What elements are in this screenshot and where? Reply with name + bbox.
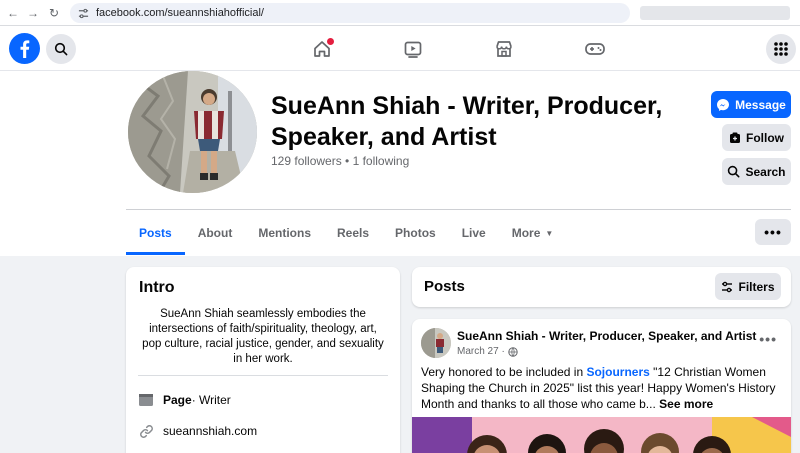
page-title: SueAnn Shiah - Writer, Producer, Speaker… [271,92,663,151]
post-body: Very honored to be included in Sojourner… [421,364,781,412]
notification-dot [327,38,334,45]
post-card: SueAnn Shiah - Writer, Producer, Speaker… [412,319,791,453]
post-date[interactable]: March 27 · [457,346,505,357]
page-category: · Writer [191,393,231,407]
see-more-link[interactable]: See more [659,397,713,411]
post-options-button[interactable]: ••• [759,331,777,347]
intro-bio: SueAnn Shiah seamlessly embodies the int… [142,308,384,365]
post-image[interactable] [412,417,791,453]
address-bar[interactable]: facebook.com/sueannshiahofficial/ [70,3,630,23]
search-icon[interactable] [46,34,76,64]
follower-count[interactable]: 129 followers • 1 following [271,154,409,168]
intro-divider [138,375,388,376]
profile-avatar[interactable] [128,71,257,193]
video-icon[interactable] [398,34,428,64]
tab-mentions[interactable]: Mentions [245,211,324,255]
messenger-icon [717,98,730,111]
website-row[interactable]: sueannshiah.com [138,423,257,439]
browser-toolbar: ← → ↻ facebook.com/sueannshiahofficial/ [0,0,800,26]
flag-icon [138,392,154,408]
page-category-row: Page · Writer [138,392,231,408]
link-icon [138,423,154,439]
url-text: facebook.com/sueannshiahofficial/ [96,7,264,19]
message-button[interactable]: Message [711,91,791,118]
post-text-before: Very honored to be included in [421,365,587,379]
post-meta: March 27 · [457,346,518,357]
message-label: Message [735,97,786,112]
gaming-icon[interactable] [580,34,610,64]
post-author-name[interactable]: SueAnn Shiah - Writer, Producer, Speaker… [457,329,756,343]
menu-grid-icon[interactable] [766,34,796,64]
intro-card: Intro SueAnn Shiah seamlessly embodies t… [126,267,400,453]
website-link[interactable]: sueannshiah.com [163,424,257,438]
filters-button[interactable]: Filters [715,273,781,300]
marketplace-icon[interactable] [489,34,519,64]
extension-icons [640,6,790,20]
follow-icon [730,132,740,143]
page-search-button[interactable]: Search [722,158,791,185]
intro-title: Intro [139,279,175,296]
filters-label: Filters [738,279,775,294]
facebook-logo-icon[interactable] [9,33,40,64]
tab-reels[interactable]: Reels [324,211,382,255]
posts-title: Posts [424,278,465,295]
tab-posts[interactable]: Posts [126,211,185,255]
search-icon [728,165,740,178]
home-icon[interactable] [307,34,337,64]
post-author-avatar[interactable] [421,328,451,358]
search-label: Search [745,164,786,179]
follow-label: Follow [746,130,784,145]
caret-down-icon: ▼ [545,228,554,238]
follow-button[interactable]: Follow [722,124,791,151]
page-label: Page [163,393,192,407]
profile-tabs: Posts About Mentions Reels Photos Live M… [126,211,566,255]
header-divider [126,209,791,210]
posts-header-card: Posts Filters [412,267,791,307]
tab-photos[interactable]: Photos [382,211,449,255]
filters-icon [722,281,733,292]
globe-icon [508,346,518,357]
site-info-icon[interactable] [78,7,90,19]
more-options-button[interactable]: ••• [755,219,791,245]
tab-live[interactable]: Live [449,211,499,255]
tab-about[interactable]: About [185,211,246,255]
facebook-header [0,26,800,71]
profile-header: SueAnn Shiah - Writer, Producer, Speaker… [0,71,800,256]
tab-more[interactable]: More ▼ [499,211,567,255]
reload-icon[interactable]: ↻ [43,2,65,24]
forward-icon[interactable]: → [22,2,44,24]
sojourners-link[interactable]: Sojourners [586,365,649,379]
back-icon[interactable]: ← [2,2,24,24]
